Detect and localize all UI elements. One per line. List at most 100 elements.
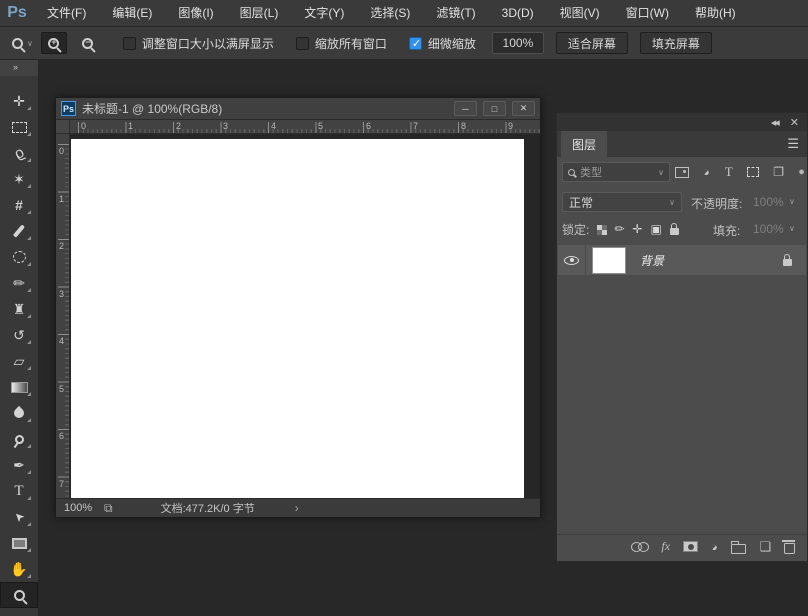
document-window: Ps 未标题-1 @ 100%(RGB/8) ─ □ ✕ 0 1 2 3 4 5… xyxy=(55,97,541,518)
menu-filter[interactable]: 滤镜(T) xyxy=(423,0,488,26)
menu-view[interactable]: 视图(V) xyxy=(547,0,613,26)
rectangle-tool[interactable] xyxy=(0,530,38,556)
zoom-percentage-field[interactable]: 100% xyxy=(492,32,544,54)
opacity-value[interactable]: 100% xyxy=(753,195,784,209)
layer-name: 背景 xyxy=(640,252,783,269)
delete-layer-icon[interactable] xyxy=(784,543,795,554)
opacity-label: 不透明度: xyxy=(691,195,742,212)
dodge-tool[interactable] xyxy=(0,426,38,452)
lock-position-icon[interactable]: ✛ xyxy=(632,222,642,236)
canvas[interactable] xyxy=(71,139,524,498)
spot-healing-brush-tool[interactable] xyxy=(0,244,38,270)
close-panel-icon[interactable]: ✕ xyxy=(790,116,799,129)
ruler-label: 3 xyxy=(223,121,228,131)
vertical-ruler: 0 1 2 3 4 5 6 7 xyxy=(56,134,70,498)
layer-row-background[interactable]: 背景 xyxy=(558,245,806,275)
hand-icon: ✋ xyxy=(10,562,27,576)
menu-layer[interactable]: 图层(L) xyxy=(227,0,292,26)
ruler-label: 0 xyxy=(81,121,86,131)
magic-wand-tool[interactable]: ✶ xyxy=(0,166,38,192)
lasso-tool[interactable]: ϱ xyxy=(0,140,38,166)
eyedropper-icon xyxy=(13,224,25,237)
pen-tool[interactable]: ✒ xyxy=(0,452,38,478)
share-icon[interactable]: ⧉ xyxy=(104,501,113,516)
layer-style-fx-icon[interactable]: fx xyxy=(661,539,670,554)
fill-screen-button[interactable]: 填充屏幕 xyxy=(640,32,712,54)
lock-artboard-icon[interactable]: ▣ xyxy=(650,222,661,236)
fit-screen-button[interactable]: 适合屏幕 xyxy=(556,32,628,54)
document-size-info: 文档:477.2K/0 字节 xyxy=(161,500,255,516)
layer-filter-box[interactable]: 类型 ∨ xyxy=(562,162,670,182)
options-bar: ∨ + − 调整窗口大小以满屏显示 缩放所有窗口 细微缩放 100% 适合屏幕 … xyxy=(0,27,808,60)
collapse-tools-button[interactable]: » xyxy=(0,60,38,76)
chevron-down-icon[interactable]: ∨ xyxy=(789,197,795,206)
eyedropper-tool[interactable] xyxy=(0,218,38,244)
panel-menu-icon[interactable]: ☰ xyxy=(787,136,799,152)
checkbox-unchecked-icon[interactable] xyxy=(123,37,136,50)
layer-visibility-cell[interactable] xyxy=(558,245,586,275)
cursor-arrow-icon: ➤ xyxy=(11,509,27,525)
ruler-label: 7 xyxy=(59,479,64,489)
tool-preset-picker[interactable]: ∨ xyxy=(12,38,33,49)
close-button[interactable]: ✕ xyxy=(512,101,535,116)
checkbox-unchecked-icon[interactable] xyxy=(296,37,309,50)
dodge-icon xyxy=(13,433,26,446)
status-options-chevron[interactable]: › xyxy=(295,501,299,515)
new-adjustment-layer-icon[interactable]: ◑ xyxy=(708,540,722,554)
rectangular-marquee-tool[interactable] xyxy=(0,114,38,140)
history-brush-icon: ↺ xyxy=(13,328,25,342)
minimize-button[interactable]: ─ xyxy=(454,101,477,116)
filter-pixel-layers-icon[interactable] xyxy=(675,167,689,178)
type-tool[interactable]: T xyxy=(0,478,38,504)
zoom-all-windows-option[interactable]: 缩放所有窗口 xyxy=(296,35,387,52)
link-layers-icon[interactable] xyxy=(631,542,648,551)
clone-stamp-tool[interactable]: ♜ xyxy=(0,296,38,322)
menu-edit[interactable]: 编辑(E) xyxy=(99,0,165,26)
hand-tool[interactable]: ✋ xyxy=(0,556,38,582)
maximize-button[interactable]: □ xyxy=(483,101,506,116)
magnifier-icon xyxy=(14,590,25,601)
scrubby-zoom-option[interactable]: 细微缩放 xyxy=(409,35,476,52)
filter-toggle-icon[interactable]: ● xyxy=(798,166,805,178)
menu-window[interactable]: 窗口(W) xyxy=(613,0,682,26)
zoom-out-button[interactable]: − xyxy=(75,32,101,54)
menu-select[interactable]: 选择(S) xyxy=(357,0,423,26)
add-layer-mask-icon[interactable] xyxy=(683,541,698,552)
new-group-icon[interactable] xyxy=(731,544,746,554)
tab-layers[interactable]: 图层 xyxy=(561,131,607,157)
menu-3d[interactable]: 3D(D) xyxy=(489,0,547,26)
resize-window-option[interactable]: 调整窗口大小以满屏显示 xyxy=(123,35,274,52)
menu-help[interactable]: 帮助(H) xyxy=(682,0,749,26)
menu-bar: Ps 文件(F) 编辑(E) 图像(I) 图层(L) 文字(Y) 选择(S) 滤… xyxy=(0,0,808,27)
zoom-in-button[interactable]: + xyxy=(41,32,67,54)
path-selection-tool[interactable]: ➤ xyxy=(0,504,38,530)
collapse-panel-icon[interactable]: ◂◂ xyxy=(771,116,778,129)
filter-adjustment-layers-icon[interactable]: ◑ xyxy=(700,165,714,179)
crop-tool[interactable]: # xyxy=(0,192,38,218)
filter-shape-layers-icon[interactable] xyxy=(747,167,759,177)
menu-image[interactable]: 图像(I) xyxy=(165,0,226,26)
lock-image-pixels-icon[interactable]: ✏ xyxy=(614,222,624,236)
filter-smart-objects-icon[interactable]: ❐ xyxy=(773,165,784,179)
menu-file[interactable]: 文件(F) xyxy=(34,0,99,26)
zoom-tool[interactable] xyxy=(0,582,38,608)
lock-all-icon[interactable] xyxy=(670,228,679,235)
layer-thumbnail[interactable] xyxy=(592,247,626,274)
checkbox-checked-icon[interactable] xyxy=(409,37,422,50)
status-zoom-field[interactable]: 100% xyxy=(64,502,98,514)
lock-transparent-pixels-icon[interactable] xyxy=(597,225,602,230)
menu-type[interactable]: 文字(Y) xyxy=(291,0,357,26)
gradient-tool[interactable] xyxy=(0,374,38,400)
eraser-tool[interactable]: ▱ xyxy=(0,348,38,374)
brush-tool[interactable]: ✏ xyxy=(0,270,38,296)
move-tool[interactable]: ✛ xyxy=(0,88,38,114)
ruler-label: 8 xyxy=(461,121,466,131)
new-layer-icon[interactable]: ❏ xyxy=(759,539,771,555)
blur-tool[interactable] xyxy=(0,400,38,426)
history-brush-tool[interactable]: ↺ xyxy=(0,322,38,348)
blend-mode-dropdown[interactable]: 正常 ∨ xyxy=(562,192,682,212)
chevron-down-icon[interactable]: ∨ xyxy=(789,224,795,233)
filter-type-layers-icon[interactable]: T xyxy=(725,164,733,180)
document-title-bar[interactable]: Ps 未标题-1 @ 100%(RGB/8) ─ □ ✕ xyxy=(56,98,540,120)
fill-value[interactable]: 100% xyxy=(753,222,784,236)
